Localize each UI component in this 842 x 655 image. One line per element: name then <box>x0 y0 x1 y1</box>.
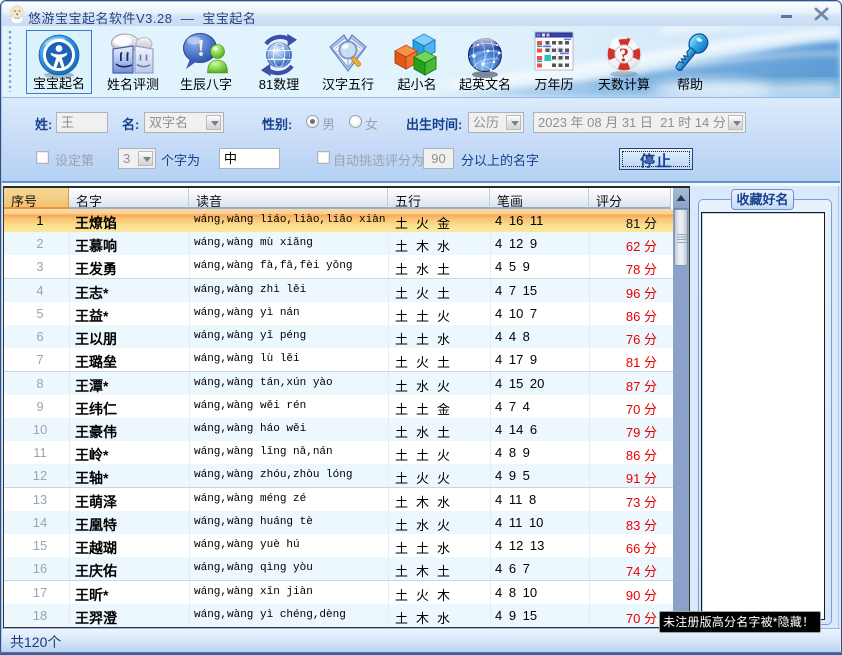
svg-text:?: ? <box>619 45 629 67</box>
svg-text:!: ! <box>197 36 205 62</box>
